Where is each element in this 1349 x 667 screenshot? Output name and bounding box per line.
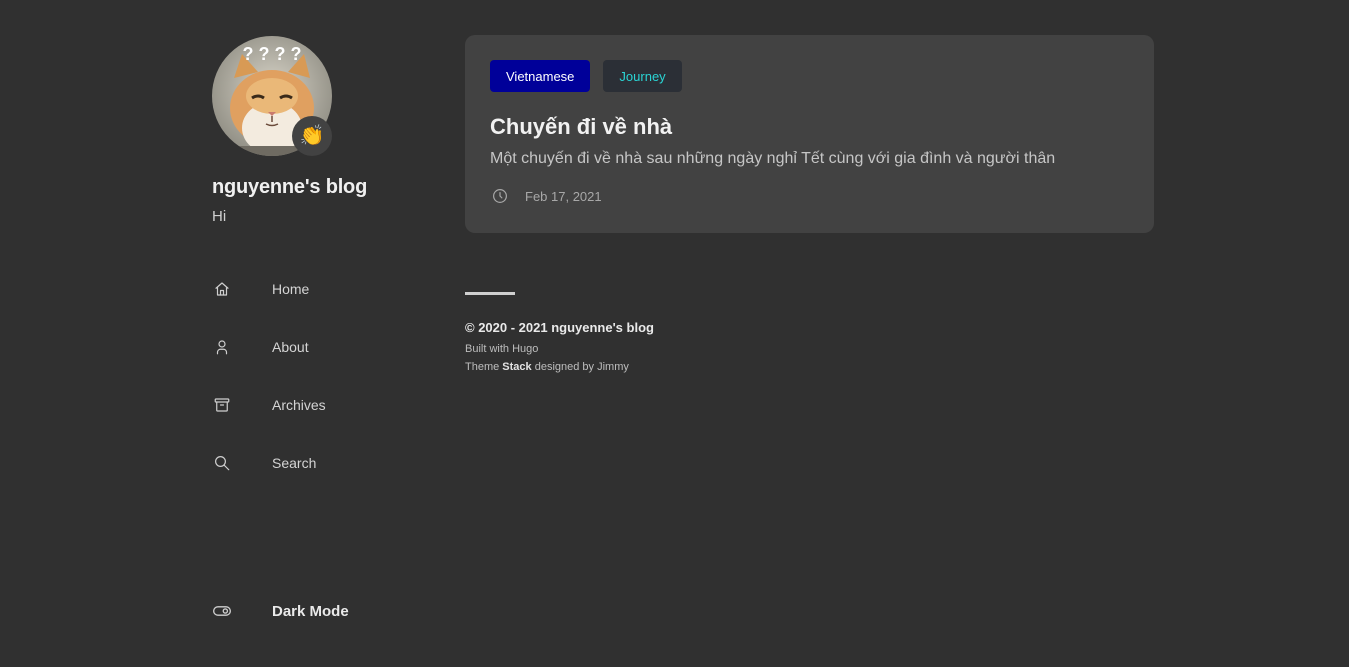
sidebar-item-search[interactable]: Search (212, 434, 412, 492)
site-title[interactable]: nguyenne's blog (212, 176, 412, 199)
hugo-link[interactable]: Hugo (512, 343, 538, 355)
article-date: Feb 17, 2021 (525, 188, 602, 204)
toggle-icon (212, 601, 232, 621)
site-description: Hi (212, 208, 227, 225)
footer-copyright: © 2020 - 2021 nguyenne's blog (465, 320, 654, 335)
article-subtitle: Một chuyến đi về nhà sau những ngày nghỉ… (490, 150, 1056, 167)
site-footer: © 2020 - 2021 nguyenne's blog Built with… (465, 292, 865, 373)
user-icon (212, 337, 232, 357)
avatar-container: ? ? ? ? 👏 (212, 36, 332, 156)
tag-vietnamese[interactable]: Vietnamese (490, 60, 591, 92)
sidebar-item-label: Search (272, 455, 317, 471)
archive-icon (212, 395, 232, 415)
avatar-emoji: 👏 (292, 116, 332, 156)
article-title[interactable]: Chuyến đi về nhà (490, 114, 1129, 140)
dark-mode-label: Dark Mode (272, 602, 349, 620)
sidebar: ? ? ? ? 👏 nguyenne's blog Hi Home About … (212, 36, 412, 636)
home-icon (212, 279, 232, 299)
article-card[interactable]: Vietnamese Journey Chuyến đi về nhà Một … (465, 35, 1154, 233)
article-tags: Vietnamese Journey (490, 60, 1129, 92)
sidebar-item-label: Home (272, 281, 310, 297)
sidebar-menu: Home About Archives Search (212, 260, 412, 492)
article-meta: Feb 17, 2021 (490, 186, 1129, 206)
theme-prefix: Theme (465, 361, 503, 373)
sidebar-item-archives[interactable]: Archives (212, 376, 412, 434)
theme-designed: designed by (531, 361, 598, 373)
footer-built-with: Built with Hugo (465, 343, 865, 355)
search-icon (212, 453, 232, 473)
clock-icon (490, 186, 510, 206)
sidebar-item-home[interactable]: Home (212, 260, 412, 318)
tag-journey[interactable]: Journey (603, 60, 682, 92)
sidebar-item-label: Archives (272, 397, 326, 413)
sidebar-item-about[interactable]: About (212, 318, 412, 376)
footer-divider (465, 292, 515, 295)
avatar-caption: ? ? ? ? (243, 44, 302, 64)
built-prefix: Built with (465, 343, 513, 355)
dark-mode-toggle[interactable]: Dark Mode (212, 601, 349, 621)
footer-theme: Theme Stack designed by Jimmy (465, 361, 865, 373)
sidebar-item-label: About (272, 339, 309, 355)
theme-stack-link[interactable]: Stack (502, 361, 531, 373)
theme-author-link[interactable]: Jimmy (597, 361, 629, 373)
